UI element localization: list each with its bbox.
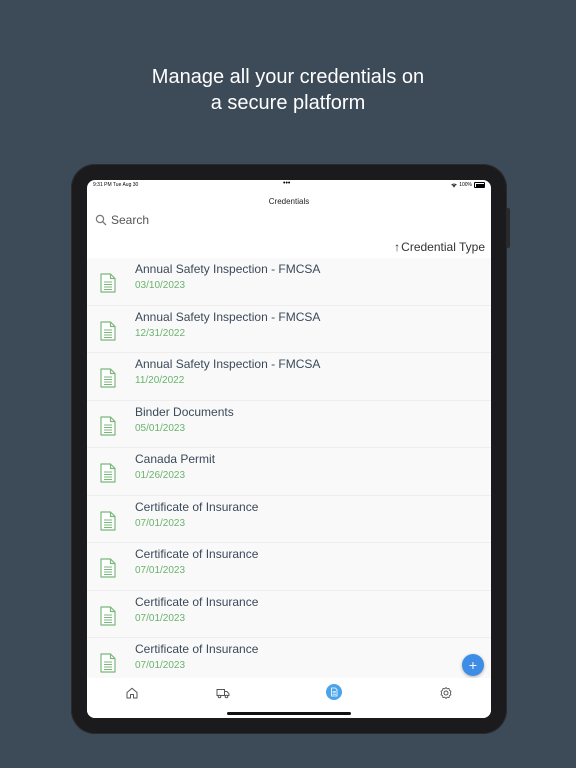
- document-icon: [100, 605, 116, 626]
- document-icon: [100, 653, 116, 673]
- credential-title: Canada Permit: [135, 452, 216, 466]
- headline-line-1: Manage all your credentials on: [151, 66, 425, 88]
- document-icon: [100, 415, 116, 436]
- credential-date: 12/31/2022: [135, 327, 186, 339]
- headline: Manage all your credentials on a secure …: [0, 64, 576, 116]
- multitask-dots[interactable]: •••: [283, 180, 290, 187]
- credential-title: Certificate of Insurance: [135, 642, 259, 656]
- document-icon[interactable]: [326, 684, 342, 700]
- credential-title: Annual Safety Inspection - FMCSA: [135, 309, 321, 324]
- list-item[interactable]: Certificate of Insurance 07/01/2023: [87, 638, 491, 678]
- wifi-icon: [451, 183, 457, 187]
- credential-title: Certificate of Insurance: [135, 499, 259, 514]
- credential-date: 07/01/2023: [135, 565, 186, 576]
- truck-icon[interactable]: [216, 686, 230, 700]
- status-time: 9:31 PM Tue Aug 30: [93, 182, 139, 188]
- credential-title: Annual Safety Inspection - FMCSA: [135, 357, 321, 371]
- search-input[interactable]: [111, 213, 411, 227]
- credential-date: 07/01/2023: [135, 660, 186, 671]
- sort-label: Credential Type: [401, 240, 485, 254]
- document-icon: [100, 368, 116, 388]
- page-title: Credentials: [268, 197, 310, 206]
- tablet-side-button: [507, 208, 510, 248]
- credential-title: Binder Documents: [135, 404, 234, 419]
- list-item[interactable]: Annual Safety Inspection - FMCSA 03/10/20…: [87, 258, 491, 306]
- gear-icon[interactable]: [439, 686, 453, 700]
- credential-title: Certificate of Insurance: [135, 547, 259, 561]
- sort-button[interactable]: ↑ Credential Type: [394, 240, 485, 254]
- document-icon: [100, 273, 116, 293]
- home-indicator[interactable]: [227, 712, 351, 715]
- credential-date: 05/01/2023: [135, 422, 186, 434]
- document-icon: [100, 463, 116, 483]
- document-icon: [100, 510, 116, 531]
- credential-date: 07/01/2023: [135, 517, 186, 529]
- credential-date: 11/20/2022: [135, 375, 185, 386]
- list-item[interactable]: Annual Safety Inspection - FMCSA 11/20/20…: [87, 353, 491, 401]
- add-credential-button[interactable]: +: [462, 654, 484, 676]
- list-item[interactable]: Certificate of Insurance 07/01/2023: [87, 590, 491, 638]
- home-icon[interactable]: [125, 686, 139, 700]
- credential-date: 03/10/2023: [135, 280, 186, 291]
- list-item[interactable]: Binder Documents 05/01/2023: [87, 400, 491, 448]
- status-right: 100%: [451, 182, 485, 188]
- credential-date: 07/01/2023: [135, 612, 186, 624]
- battery-percent: 100%: [459, 182, 472, 188]
- sort-arrow-up-icon: ↑: [394, 240, 401, 254]
- list-item[interactable]: Certificate of Insurance 07/01/2023: [87, 495, 491, 543]
- headline-line-2: a secure platform: [210, 92, 366, 114]
- tablet-frame: 9:31 PM Tue Aug 30 ••• 100% Credentials: [71, 164, 507, 734]
- credentials-list: Annual Safety Inspection - FMCSA 03/10/20…: [87, 258, 491, 678]
- document-icon: [100, 320, 116, 341]
- list-item[interactable]: Canada Permit 01/26/2023: [87, 448, 491, 496]
- credential-title: Annual Safety Inspection - FMCSA: [135, 262, 321, 276]
- credential-date: 01/26/2023: [135, 470, 186, 481]
- credential-title: Certificate of Insurance: [135, 594, 259, 609]
- search-icon: [95, 214, 107, 226]
- list-item[interactable]: Certificate of Insurance 07/01/2023: [87, 543, 491, 591]
- list-item[interactable]: Annual Safety Inspection - FMCSA 12/31/20…: [87, 305, 491, 353]
- battery-icon: [474, 182, 485, 188]
- search-bar[interactable]: [95, 210, 483, 230]
- tablet-screen: 9:31 PM Tue Aug 30 ••• 100% Credentials: [87, 180, 491, 718]
- document-icon: [100, 558, 116, 578]
- status-bar: 9:31 PM Tue Aug 30 ••• 100%: [87, 180, 491, 190]
